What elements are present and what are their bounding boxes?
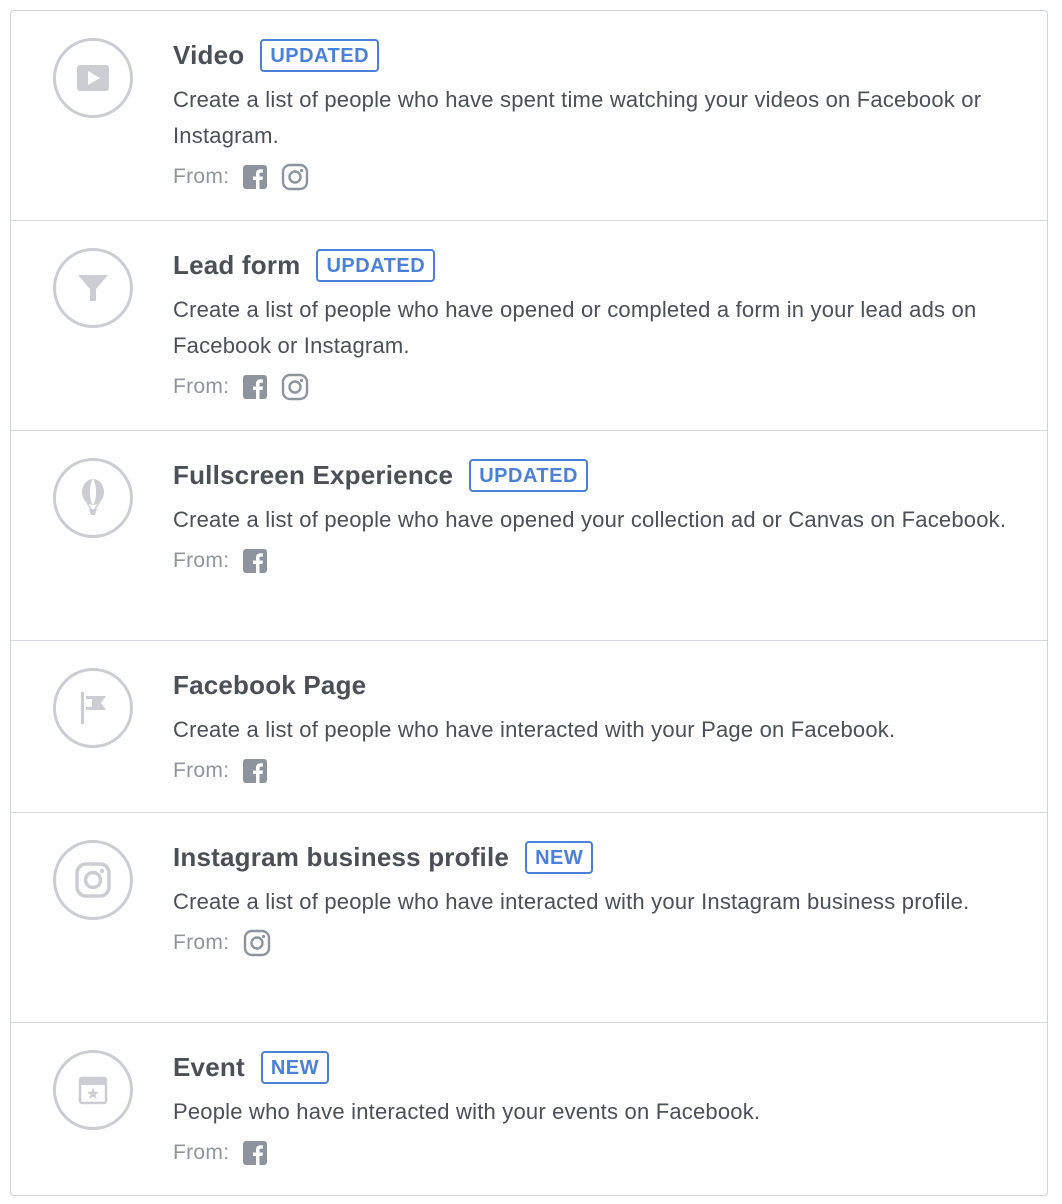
source-list: Video UPDATED Create a list of people wh… — [10, 10, 1048, 1196]
option-description: People who have interacted with your eve… — [173, 1099, 761, 1124]
source-option-instagram-business-profile[interactable]: Instagram business profile NEW Create a … — [11, 812, 1047, 1023]
facebook-icon — [243, 549, 268, 573]
option-description: Create a list of people who have spent t… — [173, 87, 982, 148]
source-option-fullscreen-experience[interactable]: Fullscreen Experience UPDATED Create a l… — [11, 430, 1047, 641]
source-option-event[interactable]: Event NEW People who have interacted wit… — [11, 1022, 1047, 1196]
flag-icon — [53, 668, 133, 748]
instagram-icon — [53, 840, 133, 920]
option-title: Facebook Page — [173, 669, 367, 700]
status-badge: UPDATED — [469, 458, 588, 492]
source-option-lead-form[interactable]: Lead form UPDATED Create a list of peopl… — [11, 220, 1047, 431]
option-title: Event — [173, 1051, 245, 1082]
status-badge: UPDATED — [260, 38, 380, 72]
from-label: From: — [173, 165, 230, 188]
status-badge: UPDATED — [316, 248, 436, 282]
option-description: Create a list of people who have opened … — [173, 297, 977, 358]
video-play-icon — [53, 38, 133, 118]
from-label: From: — [173, 1141, 230, 1164]
facebook-icon — [243, 165, 268, 189]
source-option-video[interactable]: Video UPDATED Create a list of people wh… — [11, 11, 1047, 220]
option-description: Create a list of people who have interac… — [173, 717, 896, 742]
balloon-icon — [53, 458, 133, 538]
instagram-icon — [281, 373, 309, 401]
calendar-star-icon — [53, 1050, 133, 1130]
instagram-icon — [281, 163, 309, 191]
instagram-icon — [243, 929, 271, 957]
option-title: Instagram business profile — [173, 841, 510, 872]
status-badge: NEW — [525, 840, 594, 874]
option-title: Video — [173, 39, 245, 70]
source-option-facebook-page[interactable]: Facebook Page Create a list of people wh… — [11, 640, 1047, 813]
facebook-icon — [243, 1141, 268, 1165]
option-title: Lead form — [173, 249, 301, 280]
facebook-icon — [243, 375, 268, 399]
option-title: Fullscreen Experience — [173, 459, 454, 490]
option-description: Create a list of people who have interac… — [173, 889, 970, 914]
from-label: From: — [173, 375, 230, 398]
funnel-icon — [53, 248, 133, 328]
facebook-icon — [243, 759, 268, 783]
from-label: From: — [173, 759, 230, 782]
from-label: From: — [173, 549, 230, 572]
status-badge: NEW — [260, 1050, 329, 1084]
option-description: Create a list of people who have opened … — [173, 507, 1007, 532]
from-label: From: — [173, 931, 230, 954]
